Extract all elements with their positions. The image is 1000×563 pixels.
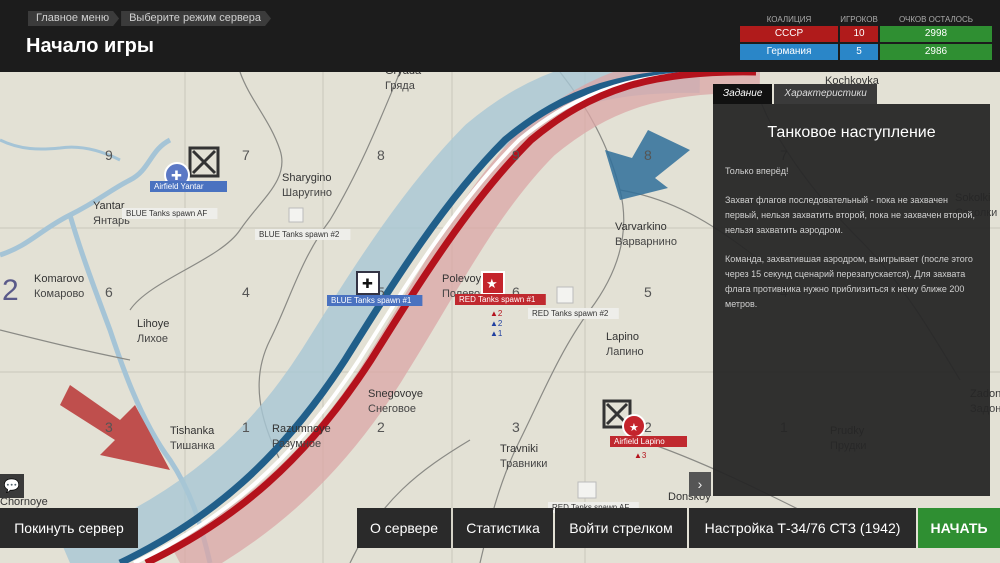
mission-tabs: Задание Характеристики [713, 84, 879, 104]
blue-spawn-1-marker[interactable]: ✚ [356, 271, 380, 295]
team-row-ussr: СССР 10 2998 [740, 26, 992, 42]
town-label: Lihoye [137, 318, 169, 330]
grid-number: 8 [644, 147, 652, 163]
grid-number: 5 [644, 284, 652, 300]
grid-number: 3 [512, 419, 520, 435]
bottom-bar: Покинуть сервер О сервере Статистика Вой… [0, 508, 1000, 548]
grid-number: 1 [242, 419, 250, 435]
town-label-ru: Комарово [34, 288, 84, 300]
town-label-ru: Лихое [137, 333, 168, 345]
town-label: Komarovo [34, 273, 84, 285]
grid-number: 6 [105, 284, 113, 300]
unit-count: ▲2 [490, 309, 503, 318]
breadcrumb-select-mode[interactable]: Выберите режим сервера [121, 11, 271, 26]
unit-count: ▲2 [490, 319, 503, 328]
town-label-ru: Гряда [385, 80, 416, 92]
tab-mission[interactable]: Задание [713, 84, 773, 104]
town-label-ru: Тишанка [170, 440, 215, 452]
chat-icon[interactable]: 💬 [0, 474, 24, 498]
top-bar: Главное меню Выберите режим сервера Нача… [0, 0, 1000, 72]
spawn-label[interactable]: BLUE Tanks spawn #1 [331, 296, 412, 305]
town-label-ru: Лапино [606, 346, 644, 358]
mission-paragraph: Захват флагов последовательный - пока не… [725, 195, 975, 235]
scoreboard: КОАЛИЦИЯ ИГРОКОВ ОЧКОВ ОСТАЛОСЬ СССР 10 … [740, 14, 992, 62]
mission-paragraph: Только вперёд! [725, 166, 789, 176]
svg-text:✚: ✚ [171, 168, 182, 183]
town-label: Tishanka [170, 425, 215, 437]
grid-number: 4 [242, 284, 250, 300]
town-label-ru: Варварнино [615, 236, 677, 248]
town-label: Polevoy [442, 273, 482, 285]
town-label: Sharygino [282, 172, 332, 184]
grid-number: 9 [512, 147, 520, 163]
town-label-ru: Разумное [272, 438, 321, 450]
spawn-label[interactable]: BLUE Tanks spawn #2 [259, 230, 340, 239]
town-label-ru: Травники [500, 458, 547, 470]
spawn-label[interactable]: Airfield Lapino [614, 437, 665, 446]
team-row-germany: Германия 5 2986 [740, 44, 992, 60]
mission-title: Танковое наступление [767, 124, 936, 141]
page-title: Начало игры [26, 35, 154, 57]
statistics-button[interactable]: Статистика [453, 508, 553, 548]
town-label: Lapino [606, 331, 639, 343]
town-label-ru: Снеговое [368, 403, 416, 415]
team-points: 2998 [880, 26, 992, 42]
tab-characteristics[interactable]: Характеристики [774, 84, 877, 104]
leave-server-button[interactable]: Покинуть сервер [0, 508, 138, 548]
grid-number: 3 [105, 419, 113, 435]
team-points: 2986 [880, 44, 992, 60]
spawn-label[interactable]: Airfield Yantar [154, 182, 204, 191]
town-label: Travniki [500, 443, 538, 455]
team-name: СССР [740, 26, 838, 42]
players-header: ИГРОКОВ [840, 15, 878, 24]
spawn-label[interactable]: BLUE Tanks spawn AF [126, 209, 207, 218]
unit-count: ▲1 [490, 329, 503, 338]
breadcrumb-main-menu[interactable]: Главное меню [28, 11, 119, 26]
unit-count: ▲3 [634, 451, 647, 460]
grid-number: 9 [105, 147, 113, 163]
town-label-ru: Шаругино [282, 187, 332, 199]
mission-description: Только вперёд! Захват флагов последовате… [725, 164, 980, 326]
join-gunner-button[interactable]: Войти стрелком [555, 508, 687, 548]
town-label: Varvarkino [615, 221, 667, 233]
about-server-button[interactable]: О сервере [357, 508, 451, 548]
grid-number: 2 [377, 419, 385, 435]
svg-text:✚: ✚ [362, 276, 373, 291]
mission-panel: Танковое наступление Только вперёд! Захв… [713, 104, 990, 496]
coalition-header: КОАЛИЦИЯ [766, 15, 812, 24]
team-name: Германия [740, 44, 838, 60]
spawn-label[interactable]: RED Tanks spawn #1 [459, 295, 536, 304]
team-players: 5 [840, 44, 878, 60]
start-button[interactable]: НАЧАТЬ [918, 508, 1000, 548]
town-label: Snegovoye [368, 388, 423, 400]
points-header: ОЧКОВ ОСТАЛОСЬ [898, 15, 974, 24]
spawn-label[interactable]: RED Tanks spawn #2 [532, 309, 609, 318]
vehicle-settings-button[interactable]: Настройка Т-34/76 СТЗ (1942) [689, 508, 916, 548]
breadcrumb: Главное меню Выберите режим сервера [28, 11, 273, 26]
red-spawn-1-marker[interactable]: ★ [481, 271, 505, 295]
town-label: Yantar [93, 200, 125, 212]
grid-number: 7 [242, 147, 250, 163]
grid-number: 8 [377, 147, 385, 163]
grid-number: 2 [2, 274, 19, 307]
chevron-right-icon[interactable]: › [689, 472, 711, 496]
mission-paragraph: Команда, захватившая аэродром, выигрывае… [725, 254, 973, 309]
svg-text:★: ★ [629, 422, 639, 434]
team-players: 10 [840, 26, 878, 42]
town-label: Razumnoye [272, 423, 331, 435]
svg-text:★: ★ [486, 276, 498, 291]
